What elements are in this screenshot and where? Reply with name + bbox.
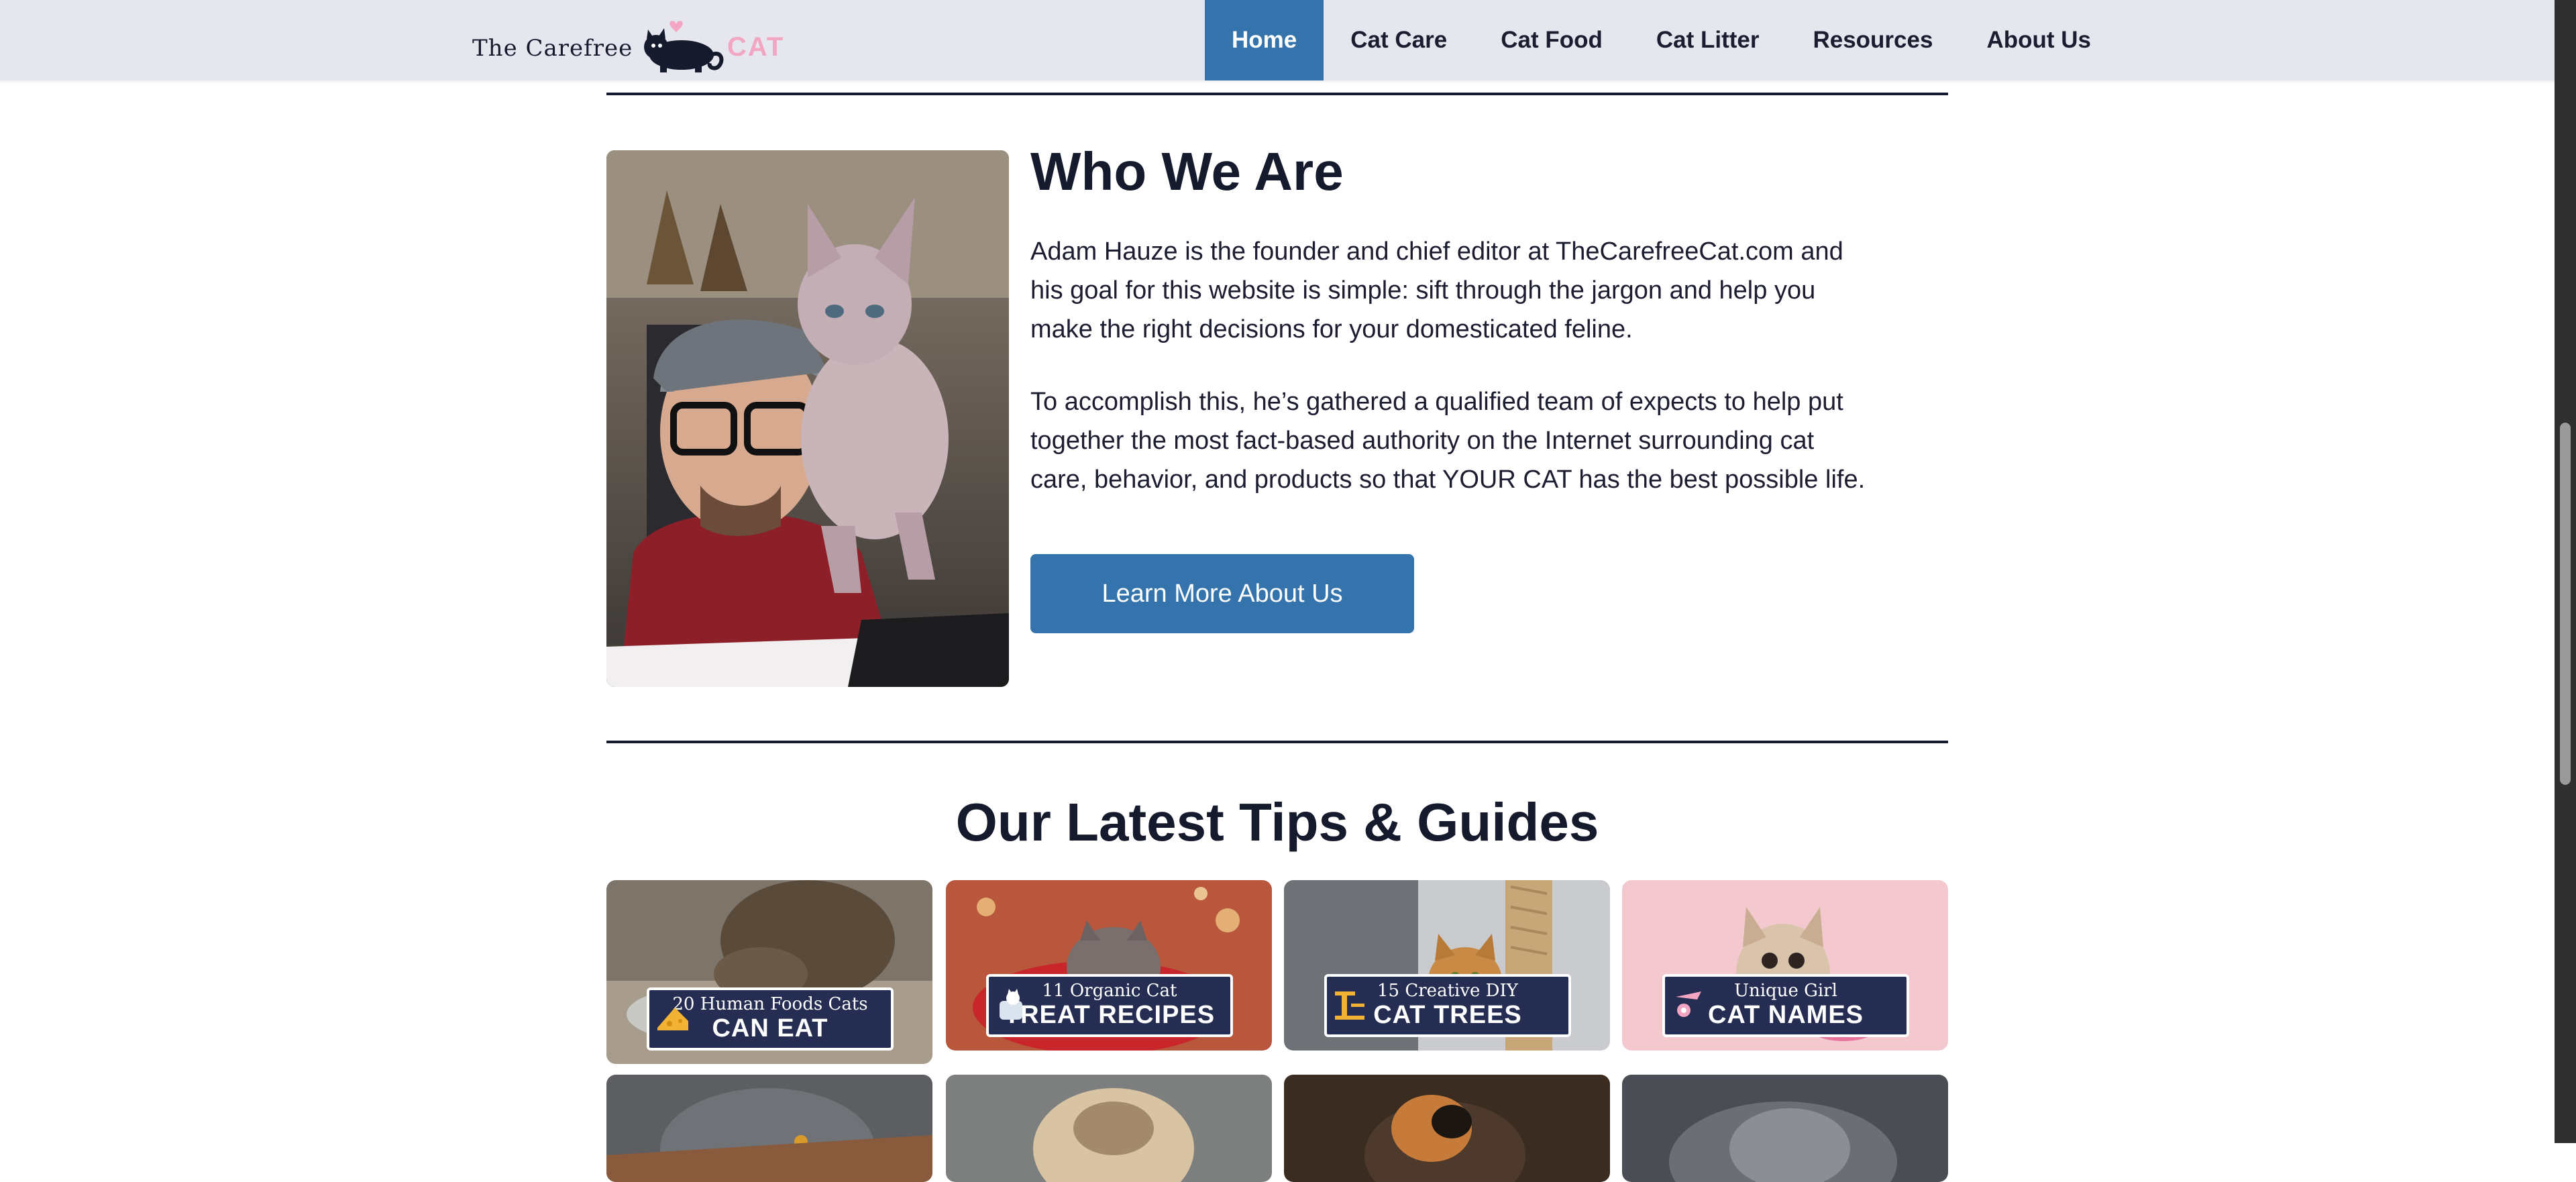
nav-cat-litter[interactable]: Cat Litter (1629, 0, 1786, 80)
guide-card[interactable] (1284, 1075, 1610, 1182)
guide-card[interactable]: 15 Creative DIY CAT TREES (1284, 880, 1610, 1051)
cat-jar-icon (1000, 989, 1022, 1020)
nav-home[interactable]: Home (1205, 0, 1324, 80)
about-paragraph: To accomplish this, he’s gathered a qual… (1030, 388, 1866, 494)
guide-card[interactable]: 11 Organic Cat TREAT RECIPES (946, 880, 1272, 1051)
founder-photo (606, 150, 1009, 687)
card-image (1622, 1075, 1948, 1182)
bow-icon (1676, 991, 1701, 1017)
main-nav: Home Cat Care Cat Food Cat Litter Resour… (1205, 0, 2118, 80)
about-heading: Who We Are (1030, 142, 1344, 201)
nav-cat-care[interactable]: Cat Care (1324, 0, 1474, 80)
card-image (1284, 1075, 1610, 1182)
learn-more-button[interactable]: Learn More About Us (1030, 554, 1414, 633)
guide-card[interactable] (1622, 1075, 1948, 1182)
latest-guides-heading: Our Latest Tips & Guides (955, 792, 1599, 852)
guide-card[interactable] (606, 1075, 932, 1182)
about-paragraph: Adam Hauze is the founder and chief edit… (1030, 237, 1843, 343)
cat-tree-icon (1335, 991, 1364, 1020)
nav-about-us[interactable]: About Us (1960, 0, 2118, 80)
card-label: 20 Human Foods Cats CAN EAT (647, 987, 894, 1051)
page-scrollbar[interactable] (2555, 0, 2576, 1143)
nav-resources[interactable]: Resources (1786, 0, 1960, 80)
guide-card[interactable]: Unique Girl CAT NAMES (1622, 880, 1948, 1051)
card-label: 15 Creative DIY CAT TREES (1324, 974, 1571, 1037)
section-divider (606, 93, 1948, 95)
logo-text-cat: CAT (727, 32, 785, 62)
logo-text: The Carefree (472, 35, 633, 62)
scrollbar-thumb[interactable] (2560, 423, 2571, 785)
site-logo[interactable]: The Carefree CAT (472, 8, 785, 72)
site-header: The Carefree CAT Home Cat Care Cat Food … (0, 0, 2555, 80)
card-image (606, 1075, 932, 1182)
cheese-icon (657, 1008, 688, 1030)
card-label: 11 Organic Cat TREAT RECIPES (986, 974, 1233, 1037)
nav-cat-food[interactable]: Cat Food (1474, 0, 1629, 80)
section-divider (606, 741, 1948, 743)
guide-card[interactable] (946, 1075, 1272, 1182)
card-label: Unique Girl CAT NAMES (1662, 974, 1909, 1037)
card-image (946, 1075, 1272, 1182)
guide-card[interactable]: 20 Human Foods Cats CAN EAT (606, 880, 932, 1064)
cat-logo-icon (644, 21, 724, 72)
